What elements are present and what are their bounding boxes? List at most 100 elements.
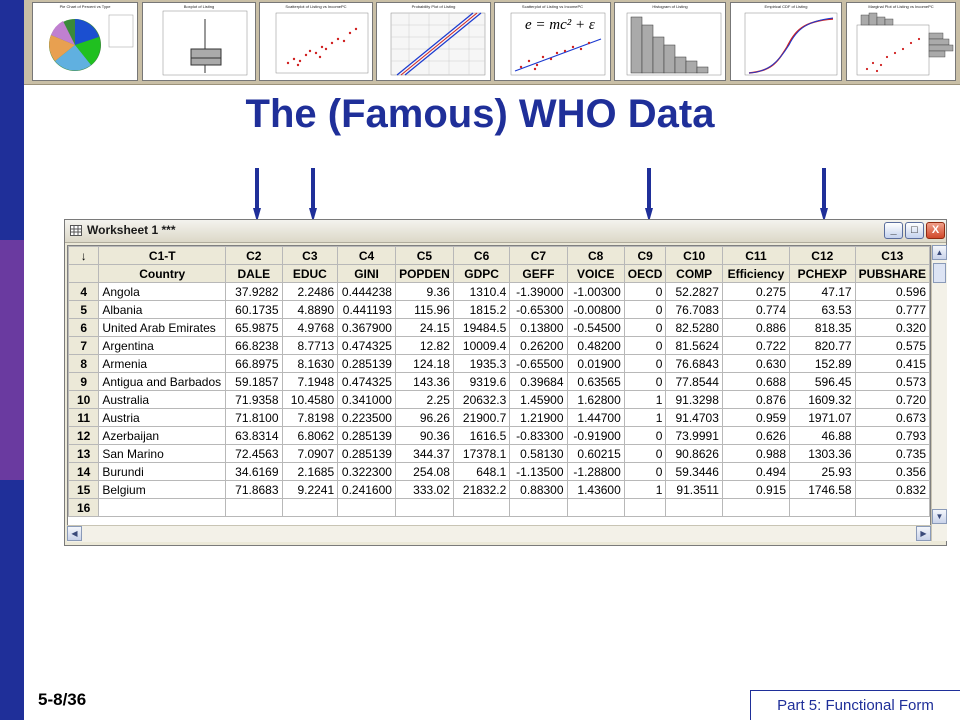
data-cell[interactable]: 12.82 xyxy=(394,336,454,355)
data-cell[interactable]: 0.285139 xyxy=(337,426,396,445)
data-cell[interactable]: 0 xyxy=(623,444,667,463)
column-id-header[interactable]: C5 xyxy=(394,246,454,265)
data-cell[interactable]: Albania xyxy=(98,300,227,319)
column-id-header[interactable]: C13 xyxy=(854,246,930,265)
data-cell[interactable]: 0.575 xyxy=(854,336,930,355)
data-cell[interactable]: 0.322300 xyxy=(337,462,396,481)
data-cell[interactable]: 344.37 xyxy=(394,444,454,463)
data-cell[interactable]: 0.275 xyxy=(721,282,791,301)
row-number[interactable]: 5 xyxy=(68,300,100,319)
data-cell[interactable]: 0.722 xyxy=(721,336,791,355)
data-cell[interactable]: 0.367900 xyxy=(337,318,396,337)
column-id-header[interactable]: C1-T xyxy=(98,246,227,265)
data-cell[interactable]: 1746.58 xyxy=(789,480,856,499)
data-cell[interactable]: 0.474325 xyxy=(337,372,396,391)
data-cell[interactable]: 2.2486 xyxy=(281,282,339,301)
data-cell[interactable]: 1815.2 xyxy=(452,300,511,319)
data-cell[interactable]: 46.88 xyxy=(789,426,856,445)
data-cell[interactable]: 7.8198 xyxy=(281,408,339,427)
data-cell[interactable]: 0.444238 xyxy=(337,282,396,301)
data-cell[interactable]: 0.876 xyxy=(721,390,791,409)
data-cell[interactable]: 1935.3 xyxy=(452,354,511,373)
data-cell[interactable]: 0.793 xyxy=(854,426,930,445)
data-cell[interactable]: 9319.6 xyxy=(452,372,511,391)
data-cell[interactable]: 0.441193 xyxy=(337,300,396,319)
data-cell[interactable]: 1.21900 xyxy=(509,408,568,427)
column-id-header[interactable]: C6 xyxy=(452,246,511,265)
data-cell[interactable]: 0.959 xyxy=(721,408,791,427)
row-number[interactable]: 7 xyxy=(68,336,100,355)
data-cell[interactable]: 47.17 xyxy=(789,282,856,301)
data-cell[interactable]: 0 xyxy=(623,318,667,337)
data-cell[interactable] xyxy=(566,498,625,517)
column-name-header[interactable]: POPDEN xyxy=(394,264,454,283)
data-cell[interactable]: 0.596 xyxy=(854,282,930,301)
data-cell[interactable]: 0.915 xyxy=(721,480,791,499)
data-cell[interactable]: Austria xyxy=(98,408,227,427)
data-cell[interactable]: Antigua and Barbados xyxy=(98,372,227,391)
data-cell[interactable]: 59.3446 xyxy=(665,462,723,481)
data-cell[interactable]: 17378.1 xyxy=(452,444,511,463)
data-cell[interactable]: 0.356 xyxy=(854,462,930,481)
data-cell[interactable]: 2.1685 xyxy=(281,462,339,481)
minimize-button[interactable]: _ xyxy=(884,222,903,239)
column-id-header[interactable]: C4 xyxy=(337,246,396,265)
data-cell[interactable]: 0.630 xyxy=(721,354,791,373)
row-number[interactable]: 14 xyxy=(68,462,100,481)
horizontal-scrollbar[interactable]: ◀ ▶ xyxy=(67,525,931,542)
row-number[interactable]: 15 xyxy=(68,480,100,499)
data-cell[interactable]: 152.89 xyxy=(789,354,856,373)
data-cell[interactable]: 0.832 xyxy=(854,480,930,499)
data-cell[interactable]: 91.4703 xyxy=(665,408,723,427)
data-cell[interactable] xyxy=(452,498,511,517)
data-cell[interactable]: 818.35 xyxy=(789,318,856,337)
data-cell[interactable]: 0.774 xyxy=(721,300,791,319)
data-cell[interactable]: -1.28800 xyxy=(566,462,625,481)
data-cell[interactable]: 1303.36 xyxy=(789,444,856,463)
column-name-header[interactable]: COMP xyxy=(665,264,723,283)
data-cell[interactable]: 9.36 xyxy=(394,282,454,301)
data-cell[interactable]: 0 xyxy=(623,462,667,481)
data-cell[interactable]: 21900.7 xyxy=(452,408,511,427)
data-cell[interactable]: 7.0907 xyxy=(281,444,339,463)
data-cell[interactable]: 0.474325 xyxy=(337,336,396,355)
data-cell[interactable]: -0.65300 xyxy=(509,300,568,319)
maximize-button[interactable]: □ xyxy=(905,222,924,239)
row-number[interactable]: 11 xyxy=(68,408,100,427)
data-cell[interactable]: 0.26200 xyxy=(509,336,568,355)
data-cell[interactable]: 0.285139 xyxy=(337,354,396,373)
data-cell[interactable]: 0.285139 xyxy=(337,444,396,463)
data-cell[interactable]: 0.320 xyxy=(854,318,930,337)
data-cell[interactable]: 124.18 xyxy=(394,354,454,373)
data-cell[interactable]: Azerbaijan xyxy=(98,426,227,445)
data-cell[interactable]: 0 xyxy=(623,282,667,301)
data-cell[interactable]: 0.688 xyxy=(721,372,791,391)
data-cell[interactable]: 71.8100 xyxy=(225,408,283,427)
data-cell[interactable]: 0.48200 xyxy=(566,336,625,355)
data-cell[interactable]: 1.44700 xyxy=(566,408,625,427)
data-cell[interactable]: 1.43600 xyxy=(566,480,625,499)
data-cell[interactable]: -0.83300 xyxy=(509,426,568,445)
data-cell[interactable]: 71.8683 xyxy=(225,480,283,499)
data-cell[interactable]: 1.62800 xyxy=(566,390,625,409)
data-cell[interactable]: 0.88300 xyxy=(509,480,568,499)
data-cell[interactable]: 66.8238 xyxy=(225,336,283,355)
data-cell[interactable] xyxy=(789,498,856,517)
data-cell[interactable] xyxy=(281,498,339,517)
data-cell[interactable]: 76.6843 xyxy=(665,354,723,373)
column-id-header[interactable]: C12 xyxy=(789,246,856,265)
column-name-header[interactable]: DALE xyxy=(225,264,283,283)
column-name-header[interactable]: EDUC xyxy=(281,264,339,283)
column-id-header[interactable]: C9 xyxy=(623,246,667,265)
data-cell[interactable]: 0.673 xyxy=(854,408,930,427)
data-cell[interactable]: 0 xyxy=(623,354,667,373)
data-cell[interactable]: 0.886 xyxy=(721,318,791,337)
scroll-down-icon[interactable]: ▼ xyxy=(932,509,947,524)
data-cell[interactable]: 0.223500 xyxy=(337,408,396,427)
data-cell[interactable]: Angola xyxy=(98,282,227,301)
data-cell[interactable]: 0.415 xyxy=(854,354,930,373)
data-cell[interactable] xyxy=(721,498,791,517)
data-cell[interactable]: 72.4563 xyxy=(225,444,283,463)
vertical-scrollbar[interactable]: ▲ ▼ xyxy=(931,245,947,541)
data-cell[interactable]: 37.9282 xyxy=(225,282,283,301)
